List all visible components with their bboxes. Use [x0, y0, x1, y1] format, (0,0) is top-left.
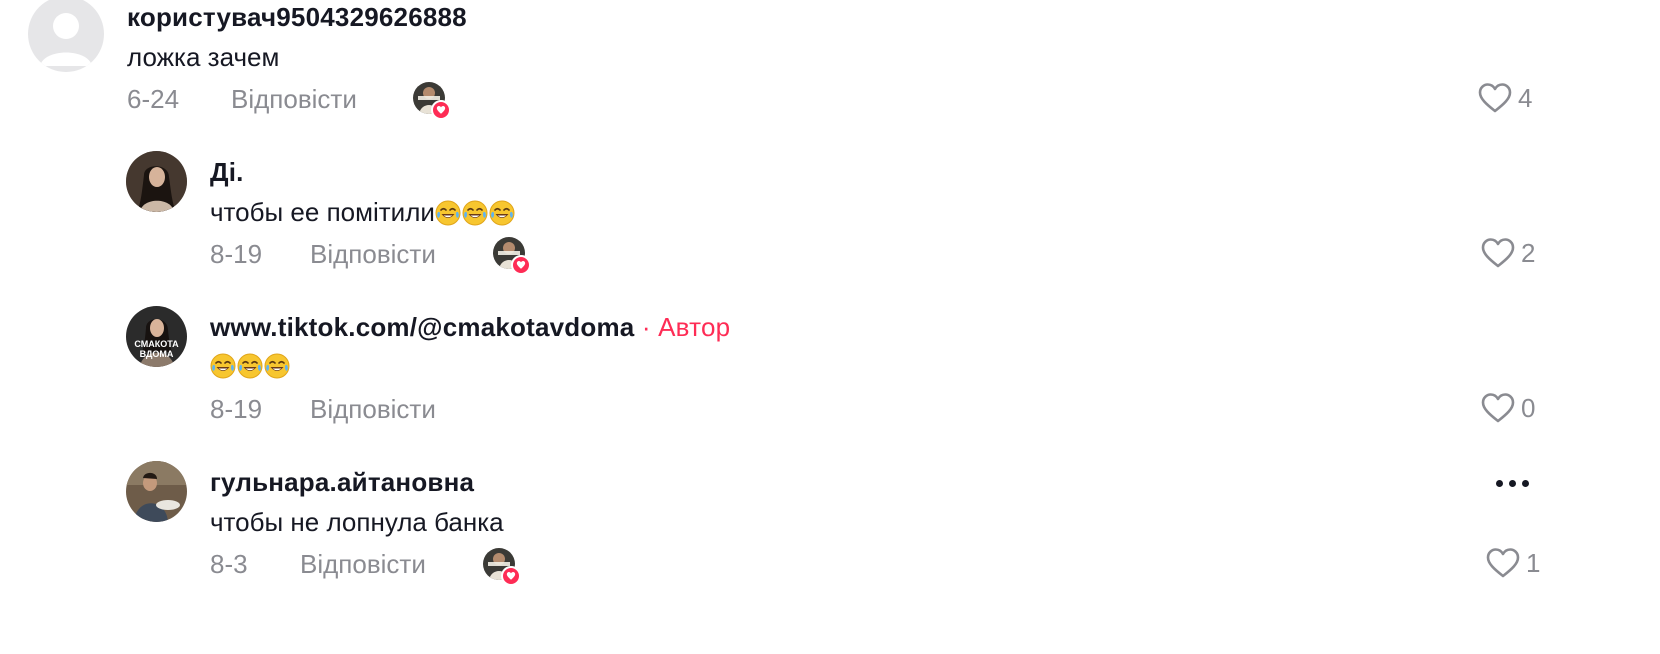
author-photo-icon: СМАКОТА ВДОМА: [126, 306, 187, 367]
dot: [1496, 480, 1503, 487]
comment-date: 8-19: [210, 239, 263, 269]
heart-outline-icon: [1478, 83, 1512, 113]
reply-button[interactable]: Відповісти: [231, 84, 357, 115]
tears-of-joy-emoji-icon: [210, 353, 236, 379]
comment-date: 6-24: [127, 84, 180, 114]
creator-liked-badge: [413, 82, 451, 120]
comment-username[interactable]: www.tiktok.com/@cmakotavdoma · Автор: [210, 312, 730, 343]
avatar[interactable]: [126, 461, 187, 522]
laughing-emoji-icon: [435, 197, 516, 227]
tears-of-joy-emoji-icon: [489, 200, 515, 226]
avatar-brand-line2: ВДОМА: [140, 349, 174, 359]
comment-text-body: чтобы ее помітили: [210, 197, 435, 227]
comment-text: чтобы ее помітили: [210, 197, 516, 228]
dot: [1522, 480, 1529, 487]
user-placeholder-icon: [40, 13, 92, 66]
comment-username[interactable]: Ді.: [210, 157, 244, 188]
reply-button[interactable]: Відповісти: [310, 394, 436, 425]
avatar-brand-line1: СМАКОТА: [134, 339, 179, 349]
user-photo-icon: [126, 151, 187, 212]
tears-of-joy-emoji-icon: [237, 353, 263, 379]
author-tag: · Автор: [634, 312, 731, 342]
avatar-default[interactable]: [28, 0, 104, 72]
like-count: 0: [1521, 392, 1536, 423]
like-button[interactable]: 1: [1486, 547, 1540, 579]
avatar[interactable]: [126, 151, 187, 212]
user-photo-icon: [126, 461, 187, 522]
laughing-emoji-icon: [210, 350, 291, 380]
tears-of-joy-emoji-icon: [435, 200, 461, 226]
like-count: 2: [1521, 237, 1536, 268]
comment-text: чтобы не лопнула банка: [210, 507, 504, 537]
creator-liked-badge: [493, 237, 531, 275]
dot: [1509, 480, 1516, 487]
like-count: 1: [1526, 547, 1541, 578]
author-avatar[interactable]: СМАКОТА ВДОМА: [126, 306, 187, 367]
creator-liked-badge: [483, 548, 521, 586]
heart-outline-icon: [1486, 548, 1520, 578]
comment-username[interactable]: користувач9504329626888: [127, 2, 467, 33]
like-count: 4: [1518, 82, 1533, 113]
author-username[interactable]: www.tiktok.com/@cmakotavdoma: [210, 312, 634, 342]
heart-outline-icon: [1481, 238, 1515, 268]
comment-text: [210, 350, 291, 381]
tears-of-joy-emoji-icon: [462, 200, 488, 226]
reply-button[interactable]: Відповісти: [300, 549, 426, 580]
tears-of-joy-emoji-icon: [264, 353, 290, 379]
heart-badge-icon: [501, 566, 521, 586]
heart-badge-icon: [431, 100, 451, 120]
like-button[interactable]: 2: [1481, 237, 1535, 269]
heart-outline-icon: [1481, 393, 1515, 423]
like-button[interactable]: 4: [1478, 82, 1532, 114]
more-options-button[interactable]: [1496, 480, 1529, 487]
comment-date: 8-19: [210, 394, 263, 424]
reply-button[interactable]: Відповісти: [310, 239, 436, 270]
comment-username[interactable]: гульнара.айтановна: [210, 467, 474, 498]
comment-date: 8-3: [210, 549, 248, 579]
heart-badge-icon: [511, 255, 531, 275]
comment-text: ложка зачем: [127, 42, 280, 72]
like-button[interactable]: 0: [1481, 392, 1535, 424]
